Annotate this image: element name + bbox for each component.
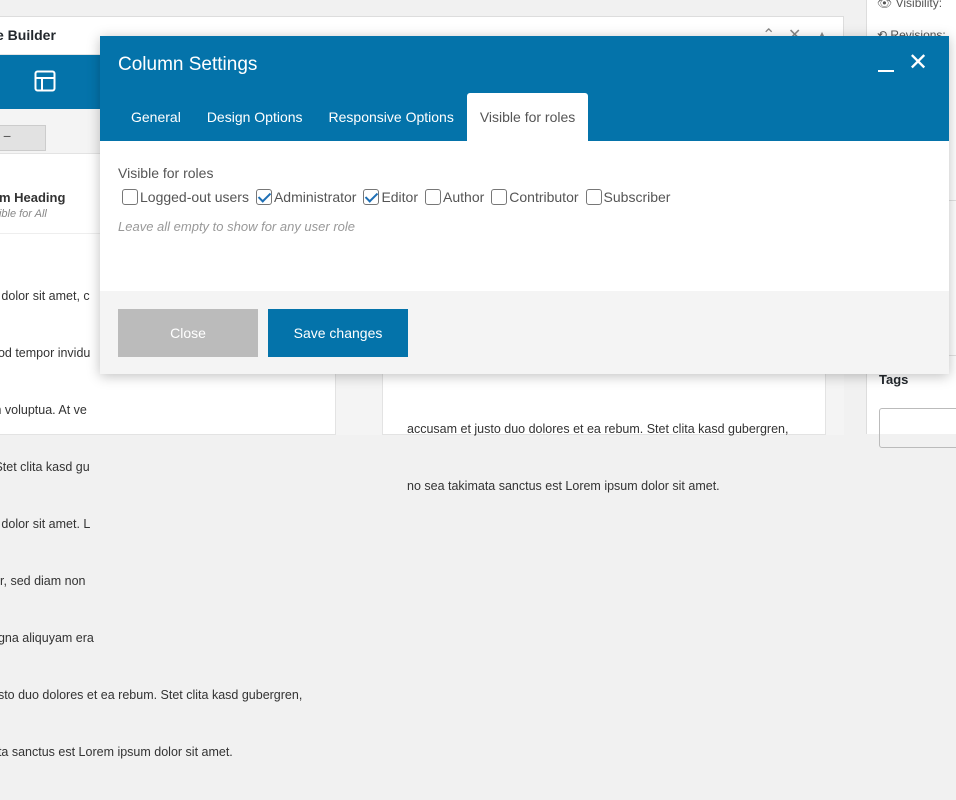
- modal-tabs: General Design Options Responsive Option…: [118, 93, 589, 141]
- tab-general[interactable]: General: [118, 93, 194, 141]
- checkbox[interactable]: [585, 189, 602, 205]
- field-label: Visible for roles: [118, 165, 214, 181]
- tab-visible-for-roles[interactable]: Visible for roles: [466, 93, 589, 141]
- eye-icon: 👁: [877, 0, 893, 10]
- modal-footer: Close Save changes: [100, 291, 949, 374]
- modal-body: Visible for roles Logged-out users Admin…: [100, 141, 949, 291]
- tags-heading: Tags: [879, 372, 909, 387]
- role-author[interactable]: Author: [425, 189, 484, 205]
- tab-responsive-options[interactable]: Responsive Options: [316, 93, 467, 141]
- role-editor[interactable]: Editor: [363, 189, 418, 205]
- tab-design-options[interactable]: Design Options: [194, 93, 316, 141]
- role-logged-out-users[interactable]: Logged-out users: [122, 189, 249, 205]
- collapse-button[interactable]: −: [0, 125, 46, 151]
- close-button[interactable]: Close: [118, 309, 258, 357]
- visibility-row: 👁 Visibility:: [877, 0, 942, 10]
- close-icon[interactable]: ✕: [908, 51, 928, 75]
- tags-input[interactable]: [879, 408, 956, 448]
- checkbox[interactable]: [255, 189, 272, 205]
- checkbox[interactable]: [425, 189, 442, 205]
- roles-checkbox-group: Logged-out users Administrator Editor Au…: [122, 189, 677, 205]
- checkbox[interactable]: [491, 189, 508, 205]
- role-contributor[interactable]: Contributor: [491, 189, 579, 205]
- layout-icon[interactable]: [34, 70, 56, 92]
- save-changes-button[interactable]: Save changes: [268, 309, 408, 357]
- builder-title: e Builder: [0, 27, 56, 43]
- element-text: accusam et justo duo dolores et ea rebum…: [407, 422, 789, 493]
- role-subscriber[interactable]: Subscriber: [585, 189, 670, 205]
- checkbox[interactable]: [122, 189, 138, 205]
- checkbox[interactable]: [363, 189, 380, 205]
- minimize-icon[interactable]: [878, 70, 894, 72]
- role-administrator[interactable]: Administrator: [255, 189, 356, 205]
- modal-header: Column Settings ✕ General Design Options…: [100, 36, 949, 141]
- element-visibility: isible for All: [0, 208, 47, 220]
- modal-title: Column Settings: [118, 54, 258, 75]
- help-text: Leave all empty to show for any user rol…: [118, 219, 356, 234]
- column-settings-modal: Column Settings ✕ General Design Options…: [100, 36, 949, 374]
- element-title: om Heading: [0, 190, 66, 205]
